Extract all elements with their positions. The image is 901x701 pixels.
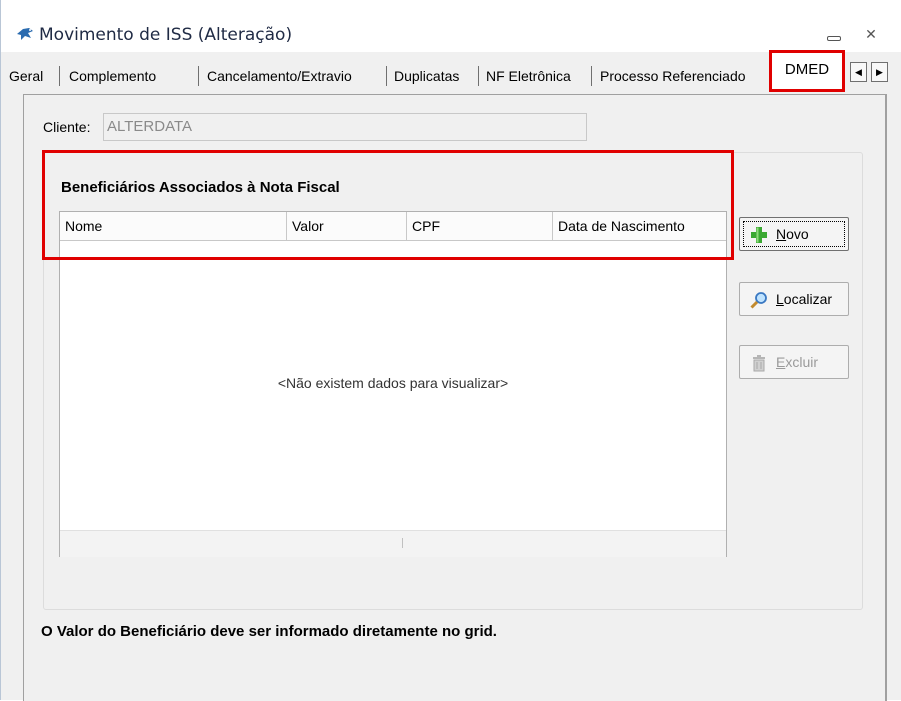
tab-processo-referenciado[interactable]: Processo Referenciado — [600, 65, 746, 87]
footer-divider — [402, 538, 403, 548]
tab-separator — [198, 66, 199, 86]
cliente-label: Cliente: — [43, 119, 91, 135]
excluir-button[interactable]: Excluir — [739, 345, 849, 379]
tab-separator — [478, 66, 479, 86]
close-button[interactable]: ✕ — [861, 26, 881, 42]
empty-grid-message: <Não existem dados para visualizar> — [277, 375, 509, 391]
tab-separator — [386, 66, 387, 86]
app-bird-icon — [17, 28, 33, 40]
trash-icon — [753, 355, 765, 372]
novo-button-label: Novo — [776, 226, 809, 242]
tab-geral[interactable]: Geral — [9, 65, 43, 87]
column-header-cpf[interactable]: CPF — [407, 212, 552, 240]
column-header-nome[interactable]: Nome — [60, 212, 286, 240]
grid-header: Nome Valor CPF Data de Nascimento — [60, 212, 726, 241]
tab-cancelamento-extravio[interactable]: Cancelamento/Extravio — [207, 65, 352, 87]
tab-strip: Geral Complemento Cancelamento/Extravio … — [1, 54, 901, 90]
window-title: Movimento de ISS (Alteração) — [39, 25, 293, 45]
title-bar: Movimento de ISS (Alteração) ✕ — [1, 0, 901, 52]
minimize-button[interactable] — [823, 26, 843, 42]
tab-dmed[interactable]: DMED — [769, 50, 845, 92]
tab-duplicatas[interactable]: Duplicatas — [394, 65, 459, 87]
tab-scroll-right-button[interactable]: ▶ — [871, 62, 888, 82]
excluir-button-label: Excluir — [776, 354, 819, 370]
column-header-data-nascimento[interactable]: Data de Nascimento — [553, 212, 723, 240]
magnifier-icon — [750, 292, 767, 309]
tab-separator — [591, 66, 592, 86]
tab-complemento[interactable]: Complemento — [69, 65, 156, 87]
plus-icon — [751, 227, 767, 243]
beneficiarios-grid[interactable]: Nome Valor CPF Data de Nascimento <Não e… — [59, 211, 727, 557]
localizar-button[interactable]: Localizar — [739, 282, 849, 316]
localizar-button-label: Localizar — [776, 291, 833, 307]
tab-nf-eletronica[interactable]: NF Eletrônica — [486, 65, 571, 87]
window: Movimento de ISS (Alteração) ✕ Geral Com… — [0, 0, 901, 701]
tab-separator — [59, 66, 60, 86]
tab-scroll-left-button[interactable]: ◀ — [850, 62, 867, 82]
grid-footer — [60, 530, 726, 557]
beneficiarios-title: Beneficiários Associados à Nota Fiscal — [61, 179, 340, 196]
info-note: O Valor do Beneficiário deve ser informa… — [41, 623, 497, 640]
novo-button[interactable]: Novo — [739, 217, 849, 251]
column-header-valor[interactable]: Valor — [287, 212, 406, 240]
cliente-field[interactable]: ALTERDATA — [103, 113, 587, 141]
